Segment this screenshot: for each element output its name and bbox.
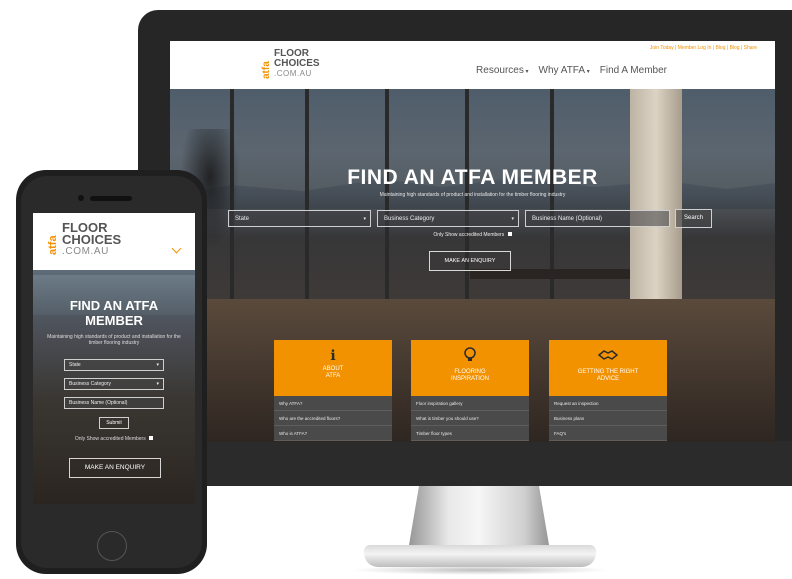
- card-inspiration-title: FLOORING INSPIRATION: [451, 369, 489, 382]
- monitor-stand-base: [364, 545, 596, 567]
- logo-atfa-text: atfa: [261, 61, 272, 79]
- mobile-accredited-checkbox-row[interactable]: Only Show accredited Members: [33, 436, 195, 442]
- list-item[interactable]: Floor inspiration gallery: [411, 396, 529, 411]
- logo-line-domain: .COM.AU: [62, 246, 109, 257]
- nav-why-atfa[interactable]: Why ATFA ▾: [539, 65, 590, 76]
- mobile-enquiry-button[interactable]: MAKE AN ENQUIRY: [69, 458, 161, 478]
- make-enquiry-button[interactable]: MAKE AN ENQUIRY: [429, 251, 511, 271]
- card-about-header: ℹ ABOUT ATFA: [274, 340, 392, 396]
- list-item[interactable]: Who is ATFA?: [274, 426, 392, 441]
- mobile-screen: atfa FLOOR CHOICES .COM.AU FIND AN ATFA …: [33, 213, 195, 504]
- card-advice-header: GETTING THE RIGHT ADVICE: [549, 340, 667, 396]
- list-item[interactable]: Who are the accredited floors?: [274, 411, 392, 426]
- chevron-down-icon: ▾: [585, 69, 590, 75]
- mobile-category-value: Business Category: [69, 381, 111, 387]
- mobile-title-line1: FIND AN ATFA: [69, 298, 159, 313]
- nav-why-atfa-label: Why ATFA: [538, 65, 586, 76]
- lightbulb-icon: [464, 347, 476, 361]
- mobile-business-input[interactable]: Business Name (Optional): [64, 397, 164, 409]
- monitor-chin: [138, 441, 792, 486]
- list-item[interactable]: FAQ's: [549, 426, 667, 441]
- phone-speaker: [90, 196, 132, 201]
- handshake-icon: [597, 350, 619, 360]
- menu-icon[interactable]: [171, 243, 182, 254]
- checkbox-icon[interactable]: [149, 436, 154, 440]
- list-item[interactable]: Why ATFA?: [274, 396, 392, 411]
- mobile-title-line2: MEMBER: [85, 313, 143, 328]
- handshake-icon: [549, 347, 667, 366]
- card-about[interactable]: ℹ ABOUT ATFA Why ATFA? Who are the accre…: [274, 340, 392, 441]
- card-inspiration[interactable]: FLOORING INSPIRATION Floor inspiration g…: [411, 340, 529, 441]
- checkbox-icon[interactable]: [507, 232, 512, 236]
- logo-line-choices: CHOICES: [62, 232, 122, 247]
- accredited-checkbox-label: Only Show accredited Members: [433, 232, 505, 238]
- list-item[interactable]: Timber floor types: [411, 426, 529, 441]
- business-name-input[interactable]: Business Name (Optional): [525, 210, 670, 227]
- state-select-value: State: [235, 216, 250, 222]
- card-advice-title: GETTING THE RIGHT ADVICE: [577, 369, 639, 382]
- list-item[interactable]: Request an inspection: [549, 396, 667, 411]
- card-advice-list: Request an inspection Business plans FAQ…: [549, 396, 667, 441]
- logo-atfa-text: atfa: [47, 235, 59, 255]
- state-select[interactable]: State ▾: [228, 210, 371, 227]
- mobile-header: atfa FLOOR CHOICES .COM.AU: [33, 213, 195, 270]
- chevron-down-icon: ▾: [363, 216, 366, 222]
- lightbulb-icon: [411, 347, 529, 366]
- nav-resources[interactable]: Resources ▾: [476, 65, 529, 76]
- chevron-down-icon: ▾: [511, 216, 514, 222]
- logo-line-choices: CHOICES: [274, 58, 320, 69]
- phone-home-button[interactable]: [97, 531, 127, 561]
- info-icon: ℹ: [330, 347, 336, 363]
- mobile-checkbox-label: Only Show accredited Members: [74, 436, 146, 442]
- accredited-checkbox-row[interactable]: Only Show accredited Members: [170, 232, 775, 238]
- category-select[interactable]: Business Category ▾: [377, 210, 519, 227]
- list-item[interactable]: Business plans: [549, 411, 667, 426]
- nav-find-member[interactable]: Find A Member: [600, 65, 667, 76]
- main-nav: Resources ▾ Why ATFA ▾ Find A Member: [476, 65, 667, 76]
- page-subtitle: Maintaining high standards of product an…: [379, 192, 566, 198]
- chevron-down-icon: ▾: [156, 381, 159, 387]
- card-about-list: Why ATFA? Who are the accredited floors?…: [274, 396, 392, 441]
- mobile-category-select[interactable]: Business Category ▾: [64, 378, 164, 390]
- chevron-down-icon: ▾: [523, 69, 529, 75]
- mobile-subtitle: Maintaining high standards of product an…: [47, 334, 181, 346]
- card-inspiration-list: Floor inspiration gallery What is timber…: [411, 396, 529, 441]
- category-select-value: Business Category: [384, 216, 435, 222]
- page-title: FIND AN ATFA MEMBER: [347, 166, 598, 189]
- logo-line-domain: .COM.AU: [274, 69, 312, 78]
- nav-resources-label: Resources: [476, 65, 524, 76]
- mobile-submit-button[interactable]: Submit: [99, 417, 129, 429]
- phone-camera: [78, 195, 84, 201]
- chevron-down-icon: ▾: [156, 362, 159, 368]
- utility-links[interactable]: Join Today | Member Log In | Blog | Blog…: [650, 45, 757, 51]
- mobile-logo[interactable]: atfa FLOOR CHOICES .COM.AU: [47, 221, 168, 263]
- search-button[interactable]: Search: [675, 209, 712, 228]
- desktop-logo[interactable]: atfa FLOOR CHOICES .COM.AU: [261, 49, 352, 83]
- desktop-header: atfa FLOOR CHOICES .COM.AU Join Today | …: [170, 41, 775, 89]
- card-advice[interactable]: GETTING THE RIGHT ADVICE Request an insp…: [549, 340, 667, 441]
- mobile-state-value: State: [69, 362, 81, 368]
- card-about-title: ABOUT ATFA: [322, 366, 344, 379]
- list-item[interactable]: What is timber you should use?: [411, 411, 529, 426]
- mobile-state-select[interactable]: State ▾: [64, 359, 164, 371]
- desktop-screen: atfa FLOOR CHOICES .COM.AU Join Today | …: [170, 41, 775, 442]
- mobile-page-title: FIND AN ATFA MEMBER: [33, 298, 195, 328]
- monitor-stand-neck: [408, 486, 550, 548]
- card-inspiration-header: FLOORING INSPIRATION: [411, 340, 529, 396]
